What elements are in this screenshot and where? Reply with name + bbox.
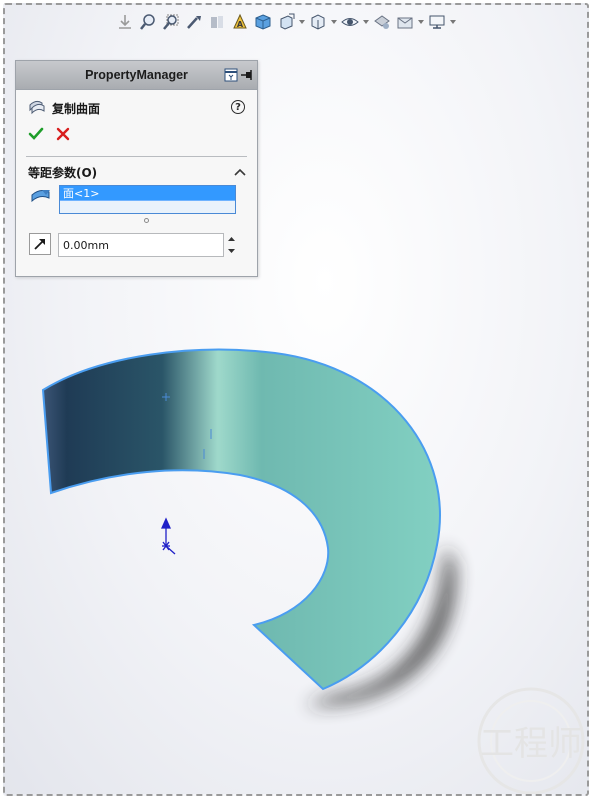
- svg-text:工程师: 工程师: [480, 724, 582, 764]
- watermark-logo: 工程师: [477, 687, 585, 794]
- offset-parameters-group-title[interactable]: 等距参数(O): [28, 164, 97, 181]
- apply-scene-icon[interactable]: [395, 12, 415, 32]
- dynamic-annotation-icon[interactable]: A: [230, 12, 250, 32]
- surface-face-icon: [30, 187, 52, 208]
- ok-button[interactable]: [28, 127, 44, 144]
- apply-scene-dropdown[interactable]: [418, 12, 424, 32]
- offset-surface-feature-icon: [28, 99, 46, 118]
- display-style-dropdown[interactable]: [299, 12, 305, 32]
- hide-show-dropdown[interactable]: [331, 12, 337, 32]
- spin-up-icon[interactable]: [225, 233, 237, 245]
- detach-panel-icon[interactable]: [224, 68, 238, 85]
- selected-face-item[interactable]: 面<1>: [60, 186, 235, 201]
- zoom-to-fit-icon[interactable]: [138, 12, 158, 32]
- cancel-button[interactable]: [56, 127, 70, 144]
- zoom-to-area-icon[interactable]: [161, 12, 181, 32]
- feature-name: 复制曲面: [52, 102, 101, 116]
- offset-distance-input[interactable]: [58, 233, 224, 257]
- collapse-chevron-up-icon[interactable]: [234, 165, 246, 179]
- view-settings-dropdown[interactable]: [450, 12, 456, 32]
- distance-spinner[interactable]: [225, 233, 237, 257]
- view-orientation-cube-icon[interactable]: [253, 12, 273, 32]
- offset-surface[interactable]: [41, 348, 441, 691]
- section-view-icon[interactable]: [207, 12, 227, 32]
- graphics-area[interactable]: 工程师 A PropertyManager 复制曲面 ? 等距参数(O) 面<1…: [3, 3, 589, 796]
- property-manager-header: PropertyManager: [16, 61, 257, 90]
- svg-text:A: A: [237, 20, 244, 29]
- view-orientation-icon[interactable]: [115, 12, 135, 32]
- view-settings-icon[interactable]: [427, 12, 447, 32]
- eye-dropdown[interactable]: [363, 12, 369, 32]
- pin-icon[interactable]: [240, 68, 254, 85]
- list-resize-handle[interactable]: [144, 218, 149, 223]
- section-divider: [26, 156, 247, 157]
- previous-view-icon[interactable]: [184, 12, 204, 32]
- help-button[interactable]: ?: [231, 100, 245, 114]
- edit-appearance-icon[interactable]: [372, 12, 392, 32]
- display-style-icon[interactable]: [276, 12, 296, 32]
- coordinate-triad-icon: [160, 517, 176, 555]
- heads-up-view-toolbar: A: [115, 11, 456, 33]
- property-manager-panel: PropertyManager 复制曲面 ? 等距参数(O) 面<1> 0.00…: [15, 60, 258, 277]
- face-selection-list[interactable]: 面<1>: [59, 185, 236, 214]
- eye-icon[interactable]: [340, 12, 360, 32]
- hide-show-items-icon[interactable]: [308, 12, 328, 32]
- selection-list-empty-row[interactable]: [60, 201, 235, 213]
- reverse-direction-button[interactable]: [29, 233, 51, 255]
- spin-down-icon[interactable]: [225, 245, 237, 257]
- property-manager-title: PropertyManager: [85, 68, 188, 82]
